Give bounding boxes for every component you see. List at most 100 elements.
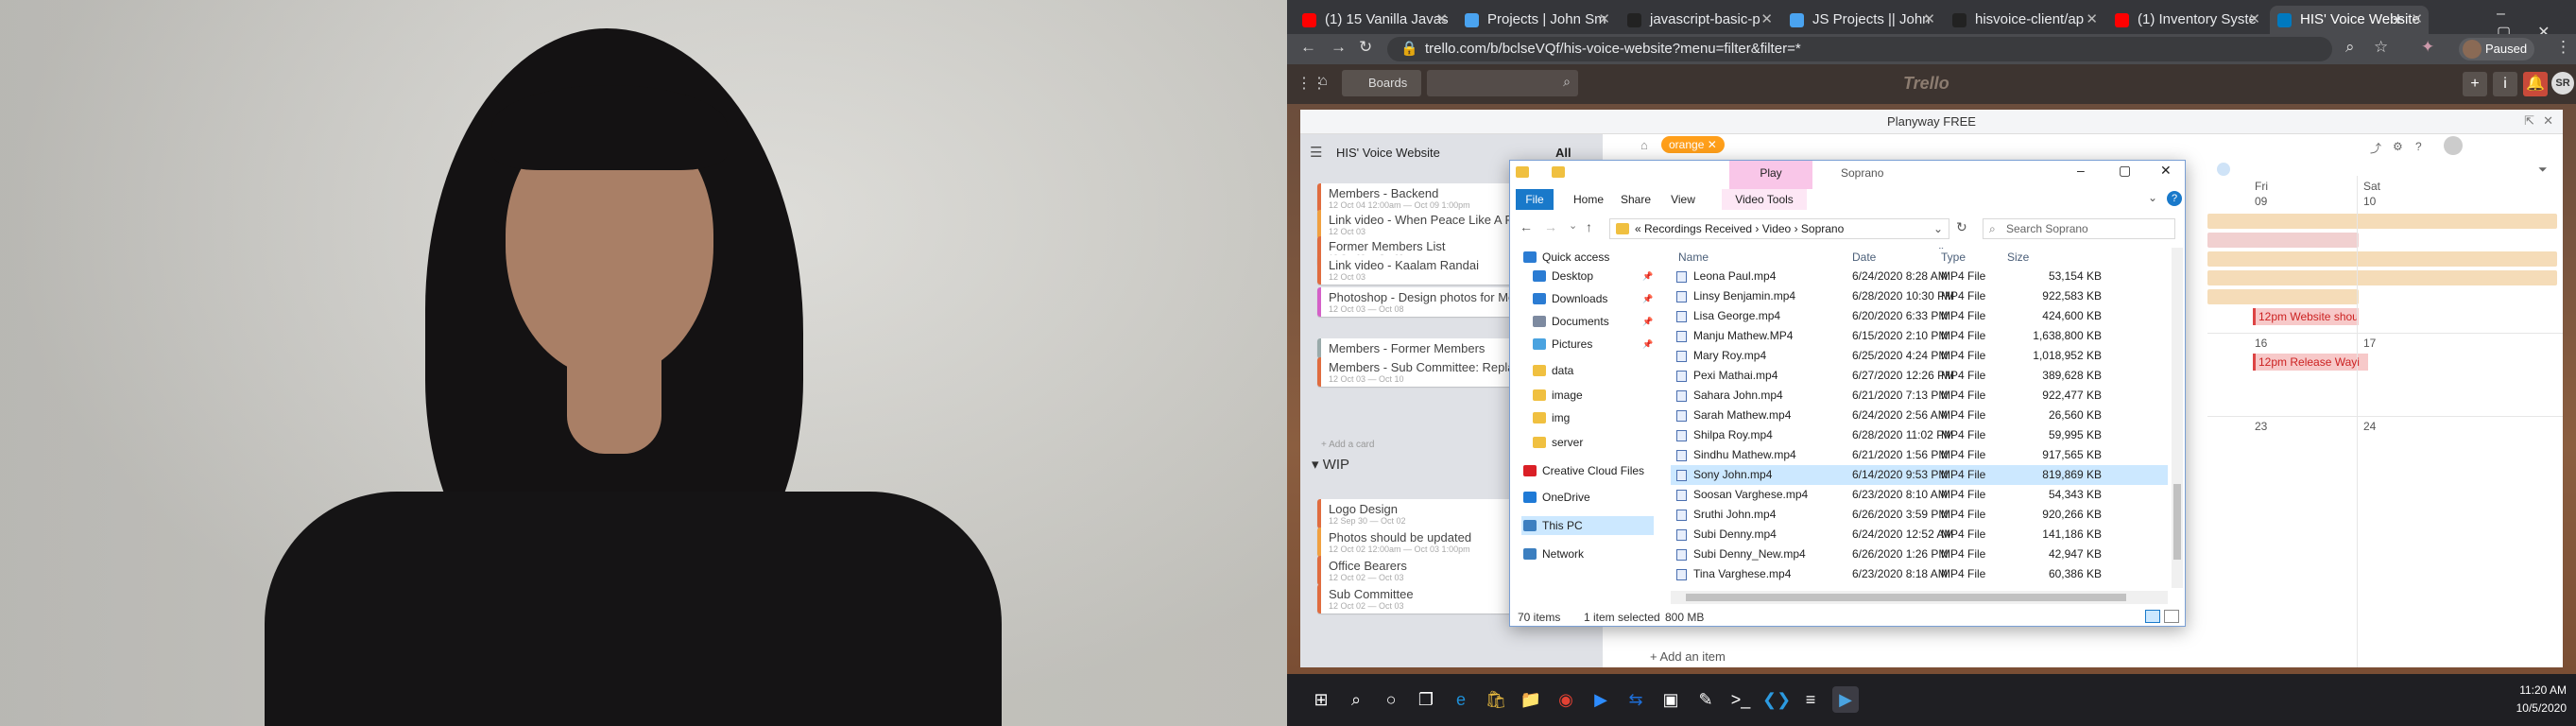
ribbon-tab-view[interactable]: View: [1661, 189, 1705, 210]
add-icon[interactable]: +: [2463, 72, 2487, 96]
browser-tab[interactable]: (1) Inventory Syste ✕: [2107, 6, 2266, 34]
add-card-link[interactable]: + Add a card: [1321, 440, 1374, 450]
pin-icon[interactable]: 📌: [1642, 335, 1653, 354]
file-row[interactable]: Tina Varghese.mp4 6/23/2020 8:18 AM MP4 Fi…: [1671, 564, 2168, 584]
bookmark-star-icon[interactable]: ☆: [2374, 38, 2388, 57]
column-header-date[interactable]: Date: [1852, 248, 1876, 267]
recent-dropdown-icon[interactable]: ⌄: [1569, 219, 1577, 232]
forward-icon[interactable]: →: [1331, 38, 1347, 57]
app-icon[interactable]: ▣: [1657, 686, 1684, 713]
file-row[interactable]: Soosan Varghese.mp4 6/23/2020 8:10 AM MP4 …: [1671, 485, 2168, 505]
database-icon[interactable]: ≡: [1797, 686, 1824, 713]
tab-close-icon[interactable]: ✕: [2248, 6, 2260, 34]
file-row[interactable]: Sruthi John.mp4 6/26/2020 3:59 PM MP4 File…: [1671, 505, 2168, 525]
address-bar[interactable]: 🔒 trello.com/b/bclseVQf/his-voice-websit…: [1387, 37, 2332, 61]
pin-icon[interactable]: 📌: [1642, 289, 1653, 308]
boards-button[interactable]: Boards: [1342, 70, 1421, 96]
chrome-icon[interactable]: ◉: [1553, 686, 1579, 713]
tab-close-icon[interactable]: ✕: [1760, 6, 1773, 34]
filter-all-dropdown[interactable]: All: [1555, 146, 1571, 160]
browser-tab[interactable]: (1) 15 Vanilla Javas ✕: [1295, 6, 1453, 34]
file-row[interactable]: Shilpa Roy.mp4 6/28/2020 11:02 PM MP4 File…: [1671, 425, 2168, 445]
profile-button[interactable]: Paused: [2459, 38, 2534, 60]
nav-item[interactable]: data: [1531, 361, 1573, 380]
browser-tab[interactable]: javascript-basic-p ✕: [1620, 6, 1778, 34]
nav-item[interactable]: Pictures 📌: [1531, 335, 1653, 354]
nav-item[interactable]: Quick access: [1521, 248, 1609, 267]
breadcrumb-item[interactable]: Soprano: [1801, 222, 1844, 235]
file-row[interactable]: Leona Paul.mp4 6/24/2020 8:28 AM MP4 File 5…: [1671, 267, 2168, 286]
new-tab-button[interactable]: +: [2383, 6, 2421, 34]
ribbon-expand-icon[interactable]: ⌄: [2148, 191, 2157, 204]
ribbon-tab-video-tools[interactable]: Video Tools: [1722, 189, 1807, 210]
extensions-icon[interactable]: ✦: [2421, 38, 2434, 57]
file-row[interactable]: Sahara John.mp4 6/21/2020 7:13 PM MP4 File…: [1671, 386, 2168, 406]
nav-item[interactable]: Desktop 📌: [1531, 267, 1653, 285]
add-item-link[interactable]: + Add an item: [1650, 649, 1726, 664]
file-row[interactable]: Pexi Mathai.mp4 6/27/2020 12:26 PM MP4 Fil…: [1671, 366, 2168, 386]
notes-icon[interactable]: ✎: [1692, 686, 1719, 713]
pin-icon[interactable]: 📌: [1642, 267, 1653, 285]
tab-close-icon[interactable]: ✕: [1435, 6, 1448, 34]
help-icon[interactable]: ?: [2167, 191, 2182, 206]
new-folder-icon[interactable]: [1552, 166, 1565, 178]
file-explorer-icon[interactable]: 📁: [1518, 686, 1544, 713]
file-row[interactable]: Sarah Mathew.mp4 6/24/2020 2:56 AM MP4 Fil…: [1671, 406, 2168, 425]
ribbon-tab-file[interactable]: File: [1516, 189, 1554, 210]
nav-item[interactable]: Network: [1521, 544, 1584, 563]
file-row[interactable]: Manju Mathew.MP4 6/15/2020 2:10 PM MP4 Fil…: [1671, 326, 2168, 346]
share-icon[interactable]: ⤴: [2370, 140, 2381, 156]
calendar-event[interactable]: 12pm Release Wayi: [2253, 354, 2368, 371]
open-external-icon[interactable]: ⇱: [2524, 113, 2534, 129]
details-view-icon[interactable]: [2145, 610, 2160, 623]
system-tray-clock[interactable]: 11:20 AM 10/5/2020: [2516, 682, 2567, 717]
terminal-icon[interactable]: >_: [1727, 686, 1754, 713]
cortana-icon[interactable]: ○: [1378, 686, 1404, 713]
column-header-name[interactable]: Name: [1678, 248, 1709, 267]
search-icon[interactable]: ⌕: [1343, 686, 1369, 713]
teamviewer-icon[interactable]: ⇆: [1623, 686, 1649, 713]
breadcrumb-item[interactable]: Video: [1762, 222, 1791, 235]
file-row[interactable]: Sony John.mp4 6/14/2020 9:53 PM MP4 File 81…: [1671, 465, 2168, 485]
browser-tab[interactable]: JS Projects || John ✕: [1782, 6, 1941, 34]
windows-icon[interactable]: ⊞: [1308, 686, 1334, 713]
nav-item[interactable]: OneDrive: [1521, 488, 1590, 507]
edge-icon[interactable]: e: [1448, 686, 1474, 713]
help-icon[interactable]: ?: [2415, 140, 2422, 153]
wip-list-title[interactable]: ▾ WIP: [1312, 456, 1349, 473]
media-icon[interactable]: ▶: [1832, 686, 1859, 713]
label-chip-orange[interactable]: orange ✕: [1661, 136, 1725, 153]
file-row[interactable]: Linsy Benjamin.mp4 6/28/2020 10:30 PM MP4 …: [1671, 286, 2168, 306]
calendar-event[interactable]: 12pm Website shou: [2253, 308, 2359, 325]
file-row[interactable]: Subi Denny.mp4 6/24/2020 12:52 AM MP4 File…: [1671, 525, 2168, 544]
store-icon[interactable]: 🛍: [1483, 686, 1509, 713]
nav-item[interactable]: Creative Cloud Files: [1521, 461, 1644, 480]
zoom-icon[interactable]: ▶: [1588, 686, 1614, 713]
large-icons-view-icon[interactable]: [2164, 610, 2179, 623]
column-header-type[interactable]: Type: [1941, 248, 1966, 267]
back-arrow-icon[interactable]: ←: [1520, 219, 1533, 234]
refresh-icon[interactable]: ↻: [1956, 219, 1967, 235]
up-arrow-icon[interactable]: ↑: [1586, 219, 1592, 234]
pin-icon[interactable]: 📌: [1642, 312, 1653, 331]
address-dropdown-icon[interactable]: ⌄: [1933, 219, 1943, 238]
reload-icon[interactable]: ↻: [1359, 38, 1372, 57]
scrollbar-thumb[interactable]: [2173, 484, 2181, 560]
filter-icon[interactable]: ⏷: [2538, 163, 2548, 177]
horizontal-scrollbar[interactable]: [1671, 591, 2168, 604]
forward-arrow-icon[interactable]: →: [1544, 219, 1557, 234]
back-icon[interactable]: ←: [1300, 38, 1316, 57]
browser-tab[interactable]: Projects | John Sm ✕: [1457, 6, 1616, 34]
vscode-icon[interactable]: ❮❯: [1762, 686, 1791, 713]
task-view-icon[interactable]: ❐: [1413, 686, 1439, 713]
nav-item[interactable]: Downloads 📌: [1531, 289, 1653, 308]
tab-close-icon[interactable]: ✕: [2086, 6, 2098, 34]
address-breadcrumb[interactable]: « Recordings Received › Video › Soprano …: [1609, 218, 1949, 239]
menu-icon[interactable]: ⋮: [2555, 38, 2571, 57]
file-row[interactable]: Sindhu Mathew.mp4 6/21/2020 1:56 PM MP4 Fi…: [1671, 445, 2168, 465]
tab-close-icon[interactable]: ✕: [1923, 6, 1935, 34]
close-icon[interactable]: ✕: [2543, 113, 2553, 129]
nav-item[interactable]: Documents 📌: [1531, 312, 1653, 331]
nav-item[interactable]: This PC: [1521, 516, 1654, 535]
browser-tab[interactable]: hisvoice-client/ap ✕: [1945, 6, 2104, 34]
